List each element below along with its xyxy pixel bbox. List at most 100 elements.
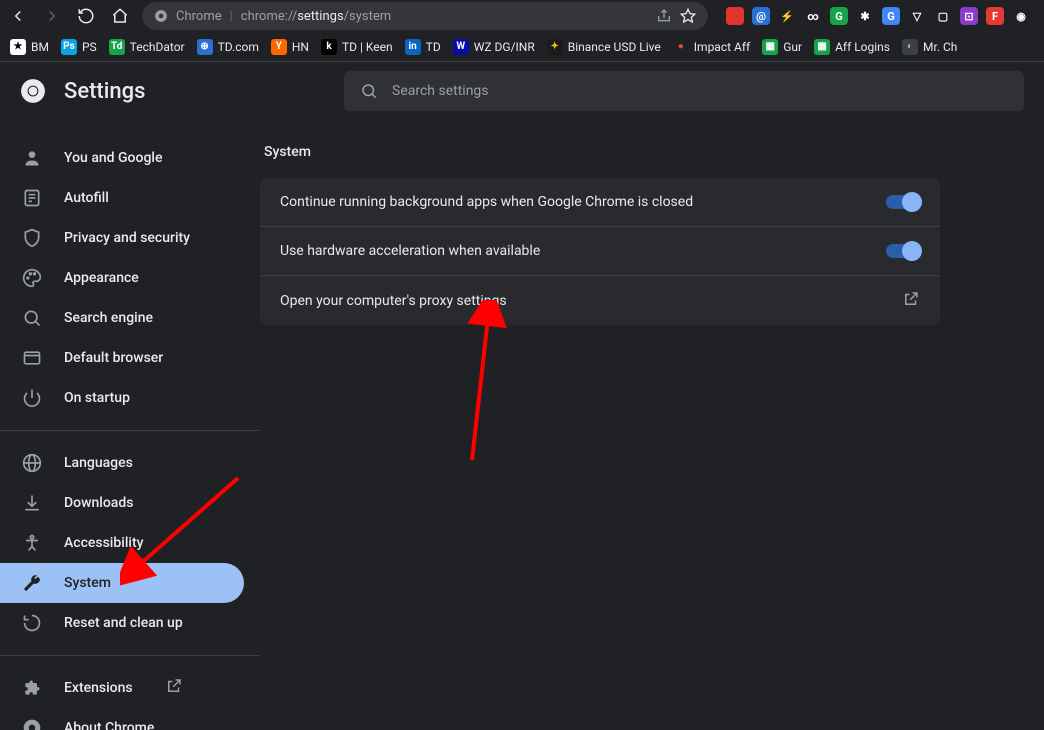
chrome-logo-icon — [20, 78, 46, 104]
toggle-switch[interactable] — [886, 195, 920, 209]
download-icon — [22, 493, 42, 513]
bookmark-item[interactable]: k TD | Keen — [321, 39, 393, 55]
reset-icon — [22, 613, 42, 633]
sidebar-item-about-chrome[interactable]: About Chrome — [0, 708, 244, 730]
bookmark-item[interactable]: ▦ Gur — [762, 39, 802, 55]
settings-row[interactable]: Use hardware acceleration when available — [260, 227, 940, 276]
extension-icon[interactable]: ✱ — [856, 7, 874, 25]
bookmark-icon: ⊕ — [197, 39, 213, 55]
extension-icon[interactable]: ∞ — [804, 7, 822, 25]
bookmark-label: TD — [426, 40, 441, 54]
extension-icon[interactable]: ⚡ — [778, 7, 796, 25]
extension-icon[interactable]: @ — [752, 7, 770, 25]
sidebar-item-system[interactable]: System — [0, 563, 244, 603]
sidebar-item-on-startup[interactable]: On startup — [0, 378, 244, 418]
sidebar-item-accessibility[interactable]: Accessibility — [0, 523, 244, 563]
forward-button[interactable] — [40, 4, 64, 28]
extension-icon[interactable]: ▢ — [934, 7, 952, 25]
extension-icon[interactable]: G — [882, 7, 900, 25]
toggle-switch[interactable] — [886, 244, 920, 258]
extension-tray: @ ⚡ ∞ G ✱ G ▽ ▢ ⊡ F ◉ — [718, 7, 1038, 25]
reload-button[interactable] — [74, 4, 98, 28]
bookmark-icon: ✦ — [547, 39, 563, 55]
sidebar-item-downloads[interactable]: Downloads — [0, 483, 244, 523]
bookmark-label: Gur — [783, 40, 802, 54]
bookmark-item[interactable]: ●Impact Aff — [673, 39, 750, 55]
bookmark-star-icon[interactable] — [680, 8, 696, 24]
address-bar[interactable]: Chrome | chrome://settings/system — [142, 2, 708, 30]
bookmark-item[interactable]: inTD — [405, 39, 441, 55]
extension-icon[interactable]: ◉ — [1012, 7, 1030, 25]
search-settings-box[interactable] — [344, 71, 1024, 111]
sidebar-item-you-and-google[interactable]: You and Google — [0, 138, 244, 178]
sidebar-item-privacy-and-security[interactable]: Privacy and security — [0, 218, 244, 258]
home-button[interactable] — [108, 4, 132, 28]
sidebar-item-autofill[interactable]: Autofill — [0, 178, 244, 218]
settings-content: System Continue running background apps … — [260, 120, 1044, 730]
globe-icon — [22, 453, 42, 473]
access-icon — [22, 533, 42, 553]
bookmark-item[interactable]: Ps PS — [61, 39, 97, 55]
sidebar-item-default-browser[interactable]: Default browser — [0, 338, 244, 378]
settings-card: Continue running background apps when Go… — [260, 178, 940, 325]
extension-icon[interactable]: ⊡ — [960, 7, 978, 25]
settings-row[interactable]: Continue running background apps when Go… — [260, 178, 940, 227]
page-header: Settings — [0, 62, 1044, 120]
extension-icon[interactable]: ▽ — [908, 7, 926, 25]
settings-row-label: Use hardware acceleration when available — [280, 243, 886, 259]
settings-row-label: Open your computer's proxy settings — [280, 293, 902, 309]
share-icon[interactable] — [656, 8, 672, 24]
sidebar-item-label: About Chrome — [64, 720, 154, 730]
bookmark-icon: ▦ — [814, 39, 830, 55]
bookmark-label: Binance USD Live — [568, 40, 661, 54]
bookmark-item[interactable]: ▦Aff Logins — [814, 39, 890, 55]
browser-navbar: Chrome | chrome://settings/system @ ⚡ ∞ G ✱ G… — [0, 0, 1044, 32]
shield-icon — [22, 228, 42, 248]
sidebar-item-appearance[interactable]: Appearance — [0, 258, 244, 298]
browser-icon — [22, 348, 42, 368]
bookmark-item[interactable]: ◐ Mr. Ch — [902, 39, 957, 55]
bookmark-icon: Ps — [61, 39, 77, 55]
sidebar-item-languages[interactable]: Languages — [0, 443, 244, 483]
back-button[interactable] — [6, 4, 30, 28]
sidebar-item-label: Reset and clean up — [64, 615, 183, 631]
sidebar-item-label: Search engine — [64, 310, 153, 326]
person-icon — [22, 148, 42, 168]
search-settings-input[interactable] — [392, 83, 1008, 99]
extension-icon[interactable]: F — [986, 7, 1004, 25]
settings-sidebar: You and Google Autofill Privacy and securi… — [0, 120, 260, 730]
bookmark-icon: ◐ — [902, 39, 918, 55]
sidebar-item-label: Default browser — [64, 350, 163, 366]
bookmark-label: Mr. Ch — [923, 40, 957, 54]
sidebar-item-label: Appearance — [64, 270, 139, 286]
bookmark-icon: k — [321, 39, 337, 55]
sidebar-item-label: Extensions — [64, 680, 133, 696]
power-icon — [22, 388, 42, 408]
page-title: Settings — [64, 79, 145, 104]
bookmark-item[interactable]: ✦ Binance USD Live — [547, 39, 661, 55]
sidebar-item-search-engine[interactable]: Search engine — [0, 298, 244, 338]
bookmark-item[interactable]: WWZ DG/INR — [453, 39, 535, 55]
sidebar-item-label: Autofill — [64, 190, 109, 206]
settings-row[interactable]: Open your computer's proxy settings — [260, 276, 940, 325]
search-icon — [22, 308, 42, 328]
bookmark-icon: ★ — [10, 39, 26, 55]
extension-icon[interactable]: G — [830, 7, 848, 25]
bookmarks-bar: ★BM Ps PS TdTechDator ⊕TD.com YHN k TD | Keen in… — [0, 32, 1044, 62]
sidebar-item-label: On startup — [64, 390, 130, 406]
settings-page: Settings You and Google Autofill Privacy a… — [0, 62, 1044, 730]
section-title: System — [264, 144, 1044, 160]
bookmark-label: PS — [82, 40, 97, 54]
sidebar-item-reset-and-clean-up[interactable]: Reset and clean up — [0, 603, 244, 643]
launch-icon — [165, 677, 183, 699]
bookmark-icon: ▦ — [762, 39, 778, 55]
bookmark-label: TD | Keen — [342, 40, 393, 54]
bookmark-item[interactable]: ★BM — [10, 39, 49, 55]
extension-icon[interactable] — [726, 7, 744, 25]
bookmark-icon: Y — [271, 39, 287, 55]
bookmark-item[interactable]: YHN — [271, 39, 309, 55]
bookmark-item[interactable]: TdTechDator — [109, 39, 185, 55]
bookmark-item[interactable]: ⊕TD.com — [197, 39, 259, 55]
palette-icon — [22, 268, 42, 288]
sidebar-item-extensions[interactable]: Extensions — [0, 668, 244, 708]
